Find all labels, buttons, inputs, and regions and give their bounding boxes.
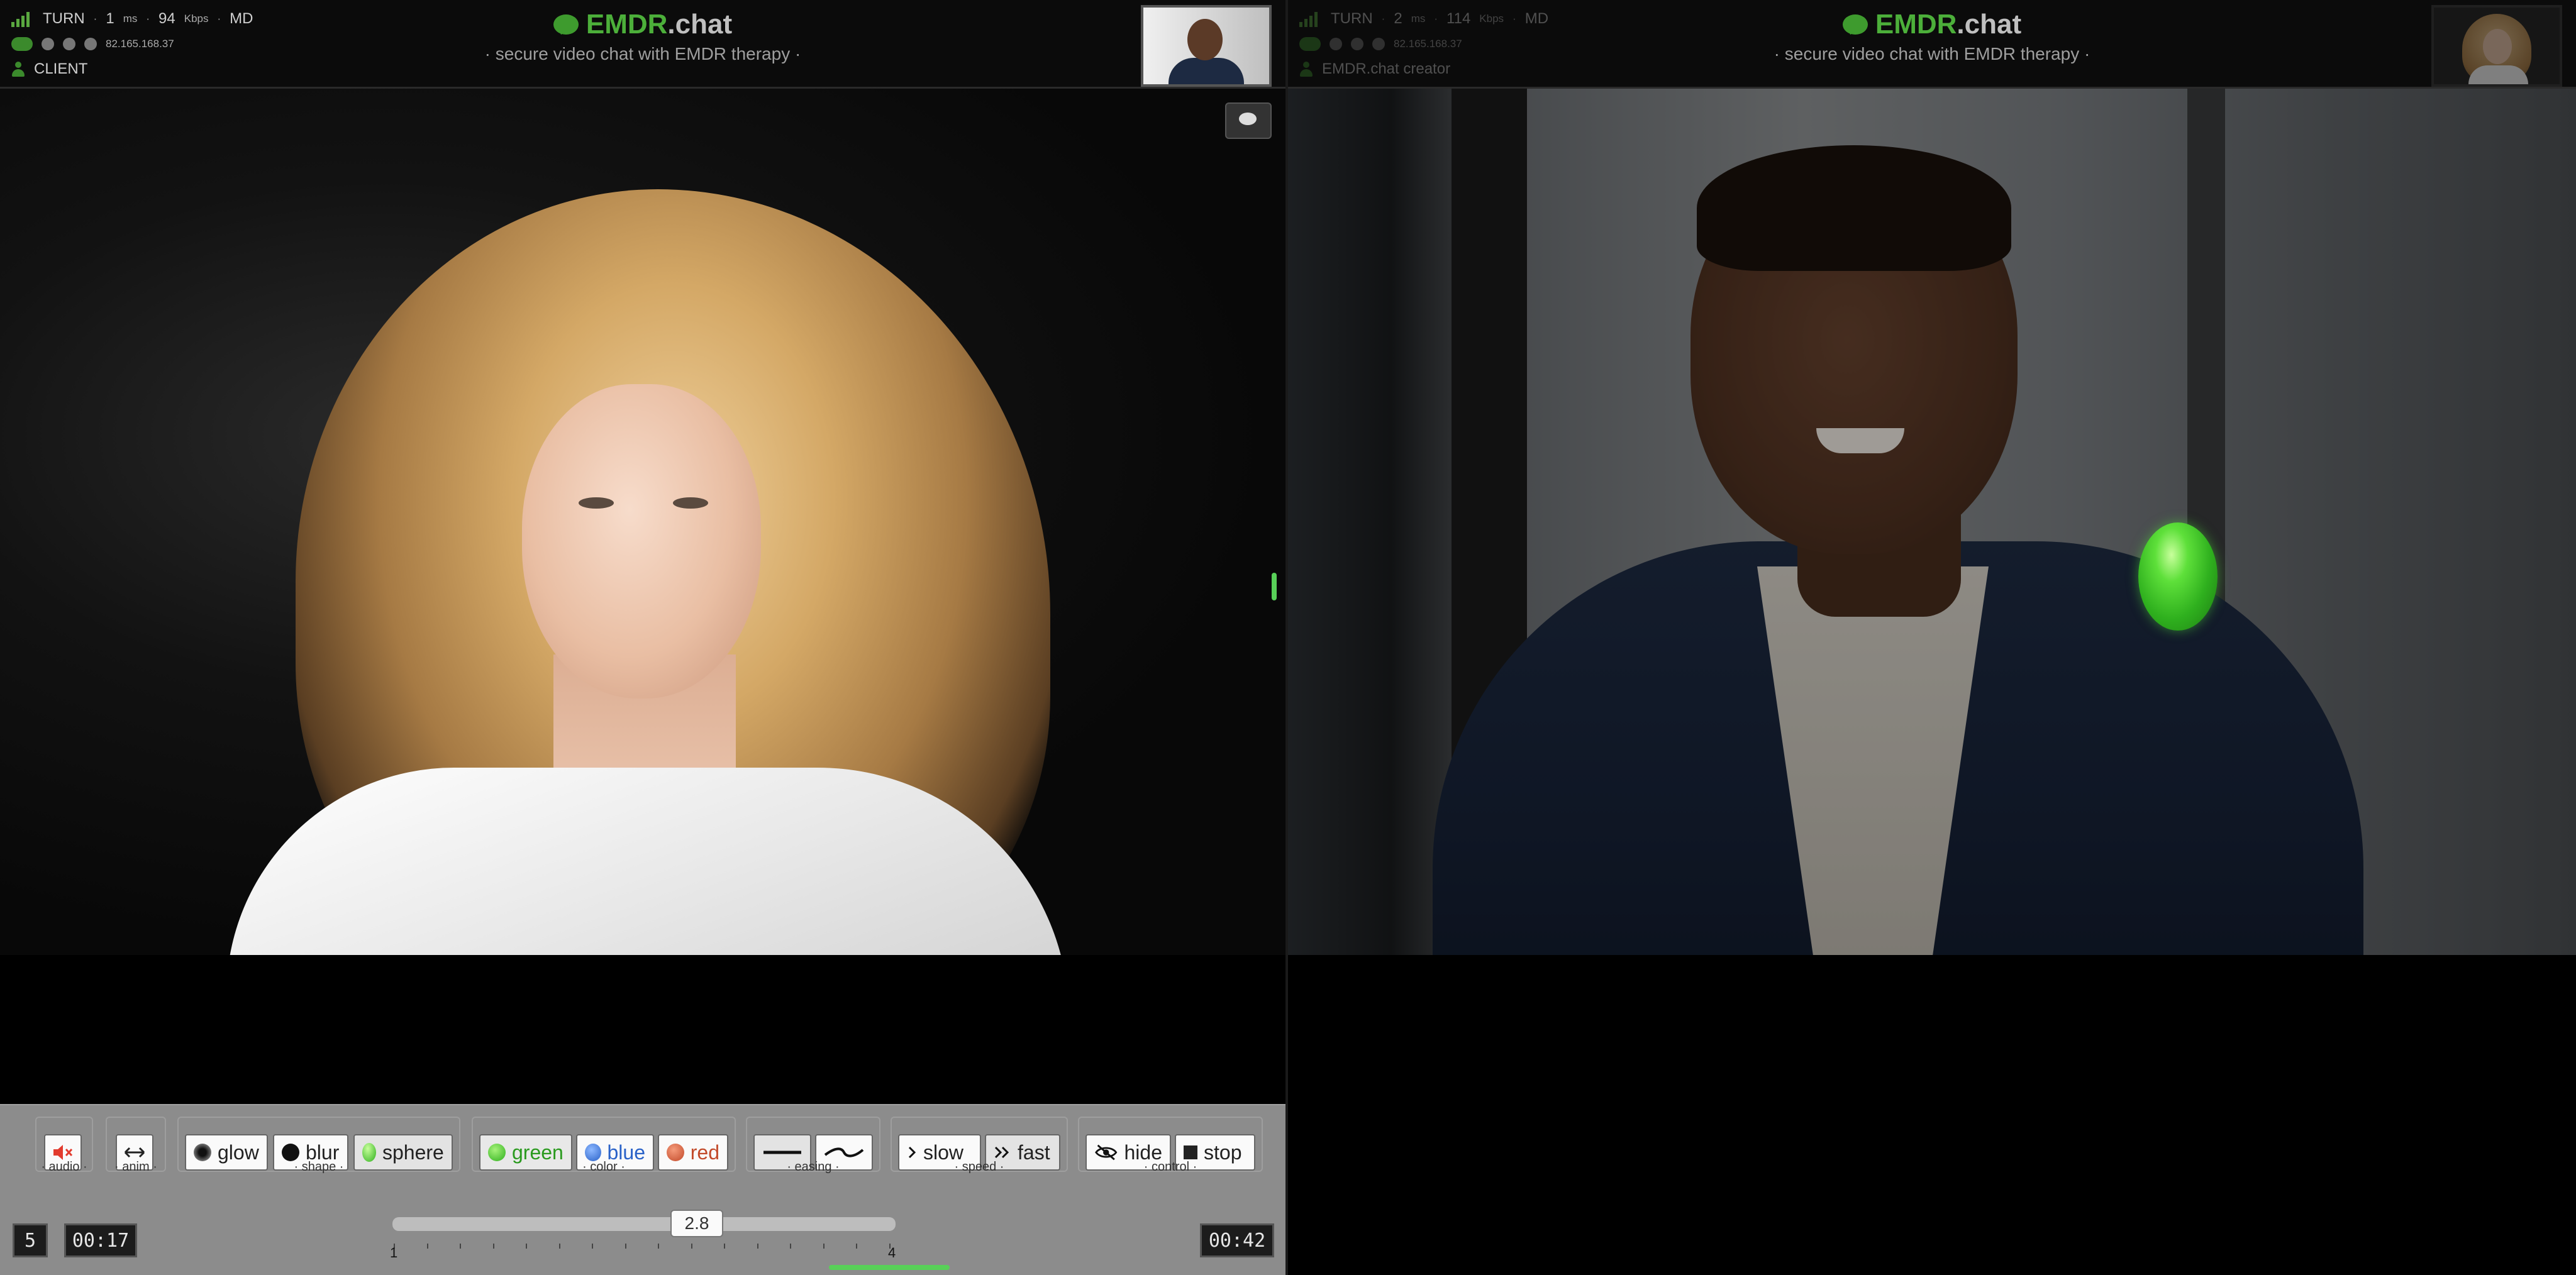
- brand-name: EMDR: [586, 9, 668, 40]
- logo: EMDR.chat: [1842, 9, 2022, 40]
- slider-tick: [526, 1244, 527, 1249]
- control-label: · control ·: [1143, 1160, 1197, 1174]
- remote-video: [1288, 89, 2576, 955]
- control-group: hide stop · control ·: [1078, 1117, 1263, 1174]
- line-easing-icon: [763, 1151, 801, 1154]
- session-progress-bar: [829, 1265, 950, 1270]
- chat-logo-icon: [1842, 14, 1868, 35]
- header: TURN · 2 ms · 114 Kbps · MD 82.165.168.3…: [1288, 0, 2576, 89]
- client-pane: TURN · 1 ms · 94 Kbps · MD 82.165.168.37…: [0, 0, 1285, 1275]
- brand-subtitle: · secure video chat with EMDR therapy ·: [1774, 44, 2090, 63]
- chevron-right-icon: [908, 1146, 916, 1159]
- stop-square-icon: [1184, 1145, 1197, 1159]
- self-view-thumbnail[interactable]: [1141, 5, 1272, 87]
- elapsed-timer: 00:17: [64, 1223, 137, 1257]
- slider-min-label: 1: [390, 1245, 398, 1261]
- emdr-sphere-stimulus: [2138, 522, 2218, 631]
- color-label: · color ·: [582, 1160, 625, 1174]
- logo: EMDR.chat: [553, 9, 732, 40]
- slider-tick: [856, 1244, 857, 1249]
- slider-tick: [492, 1244, 494, 1249]
- eye: [579, 497, 614, 509]
- chat-logo-icon: [553, 14, 579, 35]
- speed-slider-track[interactable]: [392, 1217, 896, 1231]
- slider-tick: [592, 1244, 593, 1249]
- brand-subtitle: · secure video chat with EMDR therapy ·: [484, 44, 801, 63]
- brand: EMDR.chat · secure video chat with EMDR …: [1288, 9, 2576, 64]
- shape-label: · shape ·: [294, 1160, 344, 1174]
- bilateral-position-indicator: [1272, 573, 1277, 600]
- easing-group: · easing ·: [746, 1117, 880, 1174]
- set-counter: 5: [13, 1223, 48, 1257]
- anim-label: · anim ·: [114, 1160, 157, 1174]
- self-view-thumbnail[interactable]: [2431, 5, 2562, 87]
- slider-tick: [658, 1244, 659, 1249]
- audio-label: · audio ·: [41, 1160, 87, 1174]
- red-swatch-icon: [667, 1144, 684, 1161]
- anim-group: · anim ·: [106, 1117, 166, 1174]
- slider-tick: [625, 1244, 626, 1249]
- blur-dot-icon: [282, 1144, 299, 1161]
- audio-group: · audio ·: [35, 1117, 93, 1174]
- shape-group: glow blur sphere · shape ·: [177, 1117, 460, 1174]
- eye-off-icon: [1095, 1144, 1118, 1161]
- slider-tick: [460, 1244, 461, 1249]
- eye: [673, 497, 708, 509]
- easing-label: · easing ·: [787, 1160, 840, 1174]
- muted-speaker-icon: [53, 1145, 73, 1160]
- video-dim-overlay: [1288, 89, 2576, 955]
- speed-slider-handle[interactable]: 2.8: [670, 1210, 723, 1237]
- wave-easing-icon: [824, 1147, 864, 1157]
- glow-dot-icon: [194, 1144, 211, 1161]
- brand: EMDR.chat · secure video chat with EMDR …: [0, 9, 1285, 64]
- slider-tick: [558, 1244, 560, 1249]
- header: TURN · 1 ms · 94 Kbps · MD 82.165.168.37…: [0, 0, 1285, 89]
- slider-tick: [757, 1244, 758, 1249]
- left-right-arrow-icon: [124, 1147, 145, 1158]
- green-swatch-icon: [488, 1144, 506, 1161]
- chat-icon[interactable]: [1225, 102, 1272, 139]
- slider-tick: [691, 1244, 692, 1249]
- brand-tld: .chat: [667, 9, 733, 40]
- slider-tick: [823, 1244, 824, 1249]
- speed-group: slow fast · speed ·: [891, 1117, 1068, 1174]
- sphere-icon: [362, 1143, 376, 1162]
- video-subject-face: [522, 384, 761, 698]
- color-group: green blue red · color ·: [472, 1117, 736, 1174]
- slider-max-label: 4: [888, 1245, 896, 1261]
- slider-tick: [724, 1244, 725, 1249]
- blue-swatch-icon: [585, 1144, 601, 1161]
- double-chevron-right-icon: [994, 1146, 1009, 1159]
- brand-name: EMDR: [1875, 9, 1957, 40]
- control-bar: · audio · · anim · glow blur sphere · sh…: [0, 1104, 1285, 1275]
- slider-tick: [426, 1244, 428, 1249]
- speed-label: · speed ·: [954, 1160, 1004, 1174]
- remote-video: [0, 89, 1285, 955]
- therapist-pane: TURN · 2 ms · 114 Kbps · MD 82.165.168.3…: [1288, 0, 2576, 1275]
- remaining-timer: 00:42: [1200, 1223, 1274, 1257]
- brand-tld: .chat: [1957, 9, 2022, 40]
- slider-tick: [790, 1244, 791, 1249]
